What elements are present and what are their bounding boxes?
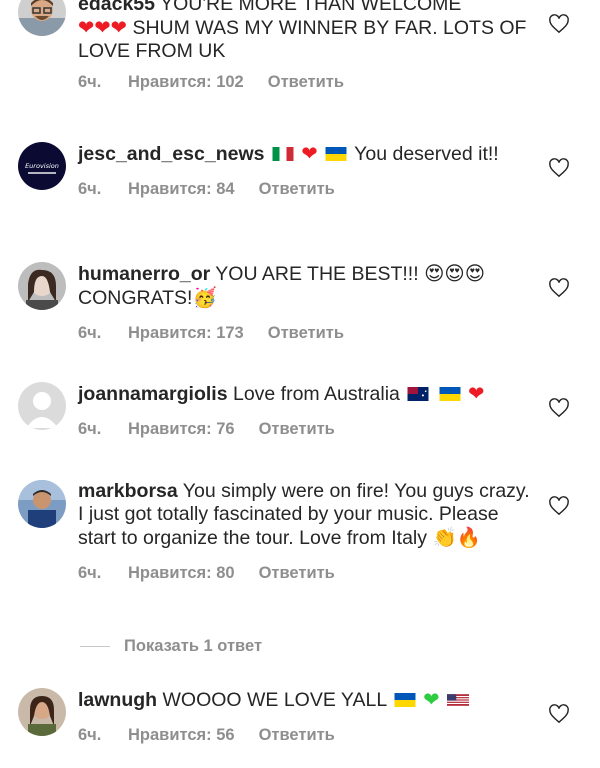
reply-button[interactable]: Ответить xyxy=(259,564,335,583)
heart-outline-icon[interactable] xyxy=(548,496,570,516)
comment-text: markborsa You simply were on fire! You g… xyxy=(78,480,538,550)
heart-outline-icon[interactable] xyxy=(548,158,570,178)
ukraine-flag xyxy=(439,387,461,401)
comment-body: WOOOO WE LOVE YALL xyxy=(162,689,387,711)
heart-outline-icon[interactable] xyxy=(548,14,570,34)
comment-time: 6ч. xyxy=(78,726,102,744)
green-heart-emoji: ❤ xyxy=(423,688,440,711)
party-face-emoji: 🥳 xyxy=(192,286,217,309)
ukraine-flag xyxy=(325,147,347,161)
comment-likes[interactable]: Нравится: 56 xyxy=(128,726,235,745)
comment-body-continued: CONGRATS! xyxy=(78,287,193,309)
reply-button[interactable]: Ответить xyxy=(259,420,335,439)
comment-time: 6ч. xyxy=(78,564,102,582)
comment-username[interactable]: markborsa xyxy=(78,480,178,502)
show-replies-label: Показать 1 ответ xyxy=(124,636,263,655)
reply-button[interactable]: Ответить xyxy=(259,726,335,745)
comment-text: jesc_and_esc_news ❤ You deserved it!! xyxy=(78,142,538,166)
comment-likes[interactable]: Нравится: 84 xyxy=(128,180,235,199)
red-heart-emoji: ❤ xyxy=(468,382,485,405)
comment-time: 6ч. xyxy=(78,420,102,438)
comment-body: You deserved it!! xyxy=(354,143,499,165)
avatar[interactable] xyxy=(18,688,66,736)
show-replies-button[interactable]: Показать 1 ответ xyxy=(80,636,262,656)
australia-flag xyxy=(407,387,429,401)
comment-body: Love from Australia xyxy=(232,383,400,405)
avatar-brand-text: Eurovision xyxy=(25,162,59,170)
comment-text: joannamargiolis Love from Australia ❤ xyxy=(78,382,538,406)
italy-flag xyxy=(272,147,294,161)
reply-button[interactable]: Ответить xyxy=(259,180,335,199)
comment-username[interactable]: humanerro_or xyxy=(78,263,210,285)
comment-text: edack55 YOU'RE MORE THAN WELCOME ❤❤❤ SHU… xyxy=(78,0,538,63)
comment-time: 6ч. xyxy=(78,324,102,342)
avatar[interactable] xyxy=(18,262,66,310)
heart-eyes-emoji: 😍😍😍 xyxy=(424,262,486,285)
avatar[interactable] xyxy=(18,480,66,528)
comment-likes[interactable]: Нравится: 76 xyxy=(128,420,235,439)
comment-body: YOU ARE THE BEST!!! xyxy=(215,263,419,285)
heart-outline-icon[interactable] xyxy=(548,704,570,724)
avatar[interactable]: Eurovision xyxy=(18,142,66,190)
ukraine-flag xyxy=(394,693,416,707)
comment-username[interactable]: joannamargiolis xyxy=(78,383,228,405)
comment-text: humanerro_or YOU ARE THE BEST!!! 😍😍😍 CON… xyxy=(78,262,538,310)
reply-button[interactable]: Ответить xyxy=(268,324,344,343)
usa-flag xyxy=(447,694,470,706)
comment-text: lawnugh WOOOO WE LOVE YALL ❤ xyxy=(78,688,538,712)
avatar[interactable] xyxy=(18,0,66,36)
comment-likes[interactable]: Нравится: 173 xyxy=(128,324,244,343)
fire-emoji: 🔥 xyxy=(456,526,481,549)
comment-username[interactable]: edack55 xyxy=(78,0,155,15)
replies-divider xyxy=(80,645,110,647)
comment-username[interactable]: jesc_and_esc_news xyxy=(78,143,264,165)
comment-time: 6ч. xyxy=(78,73,102,91)
comment-body-continued: SHUM WAS MY WINNER BY FAR. LOTS OF LOVE … xyxy=(78,17,527,62)
heart-outline-icon[interactable] xyxy=(548,398,570,418)
comment-likes[interactable]: Нравится: 80 xyxy=(128,564,235,583)
clapping-hands-emoji: 👏 xyxy=(432,526,457,549)
comment-username[interactable]: lawnugh xyxy=(78,689,157,711)
reply-button[interactable]: Ответить xyxy=(268,73,344,92)
avatar[interactable] xyxy=(18,382,66,430)
red-heart-emoji: ❤ xyxy=(301,142,318,165)
comment-time: 6ч. xyxy=(78,180,102,198)
heart-outline-icon[interactable] xyxy=(548,278,570,298)
comment-body: YOU'RE MORE THAN WELCOME xyxy=(160,0,462,15)
comment-likes[interactable]: Нравится: 102 xyxy=(128,73,244,92)
red-heart-emoji: ❤❤❤ xyxy=(78,16,128,39)
